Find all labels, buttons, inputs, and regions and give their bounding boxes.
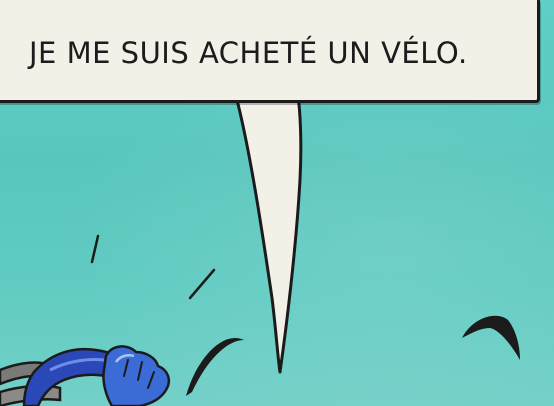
comic-panel: JE ME SUIS ACHETÉ UN VÉLO.	[0, 0, 554, 406]
speech-bubble-tail	[234, 94, 303, 374]
motion-line-left	[90, 234, 100, 264]
bird-left	[186, 338, 244, 396]
speech-bubble: JE ME SUIS ACHETÉ UN VÉLO.	[0, 0, 540, 103]
rider-glove	[102, 345, 170, 406]
bird-right	[462, 315, 520, 360]
speech-bubble-text: JE ME SUIS ACHETÉ UN VÉLO.	[29, 35, 468, 71]
motion-line-center	[188, 268, 216, 300]
